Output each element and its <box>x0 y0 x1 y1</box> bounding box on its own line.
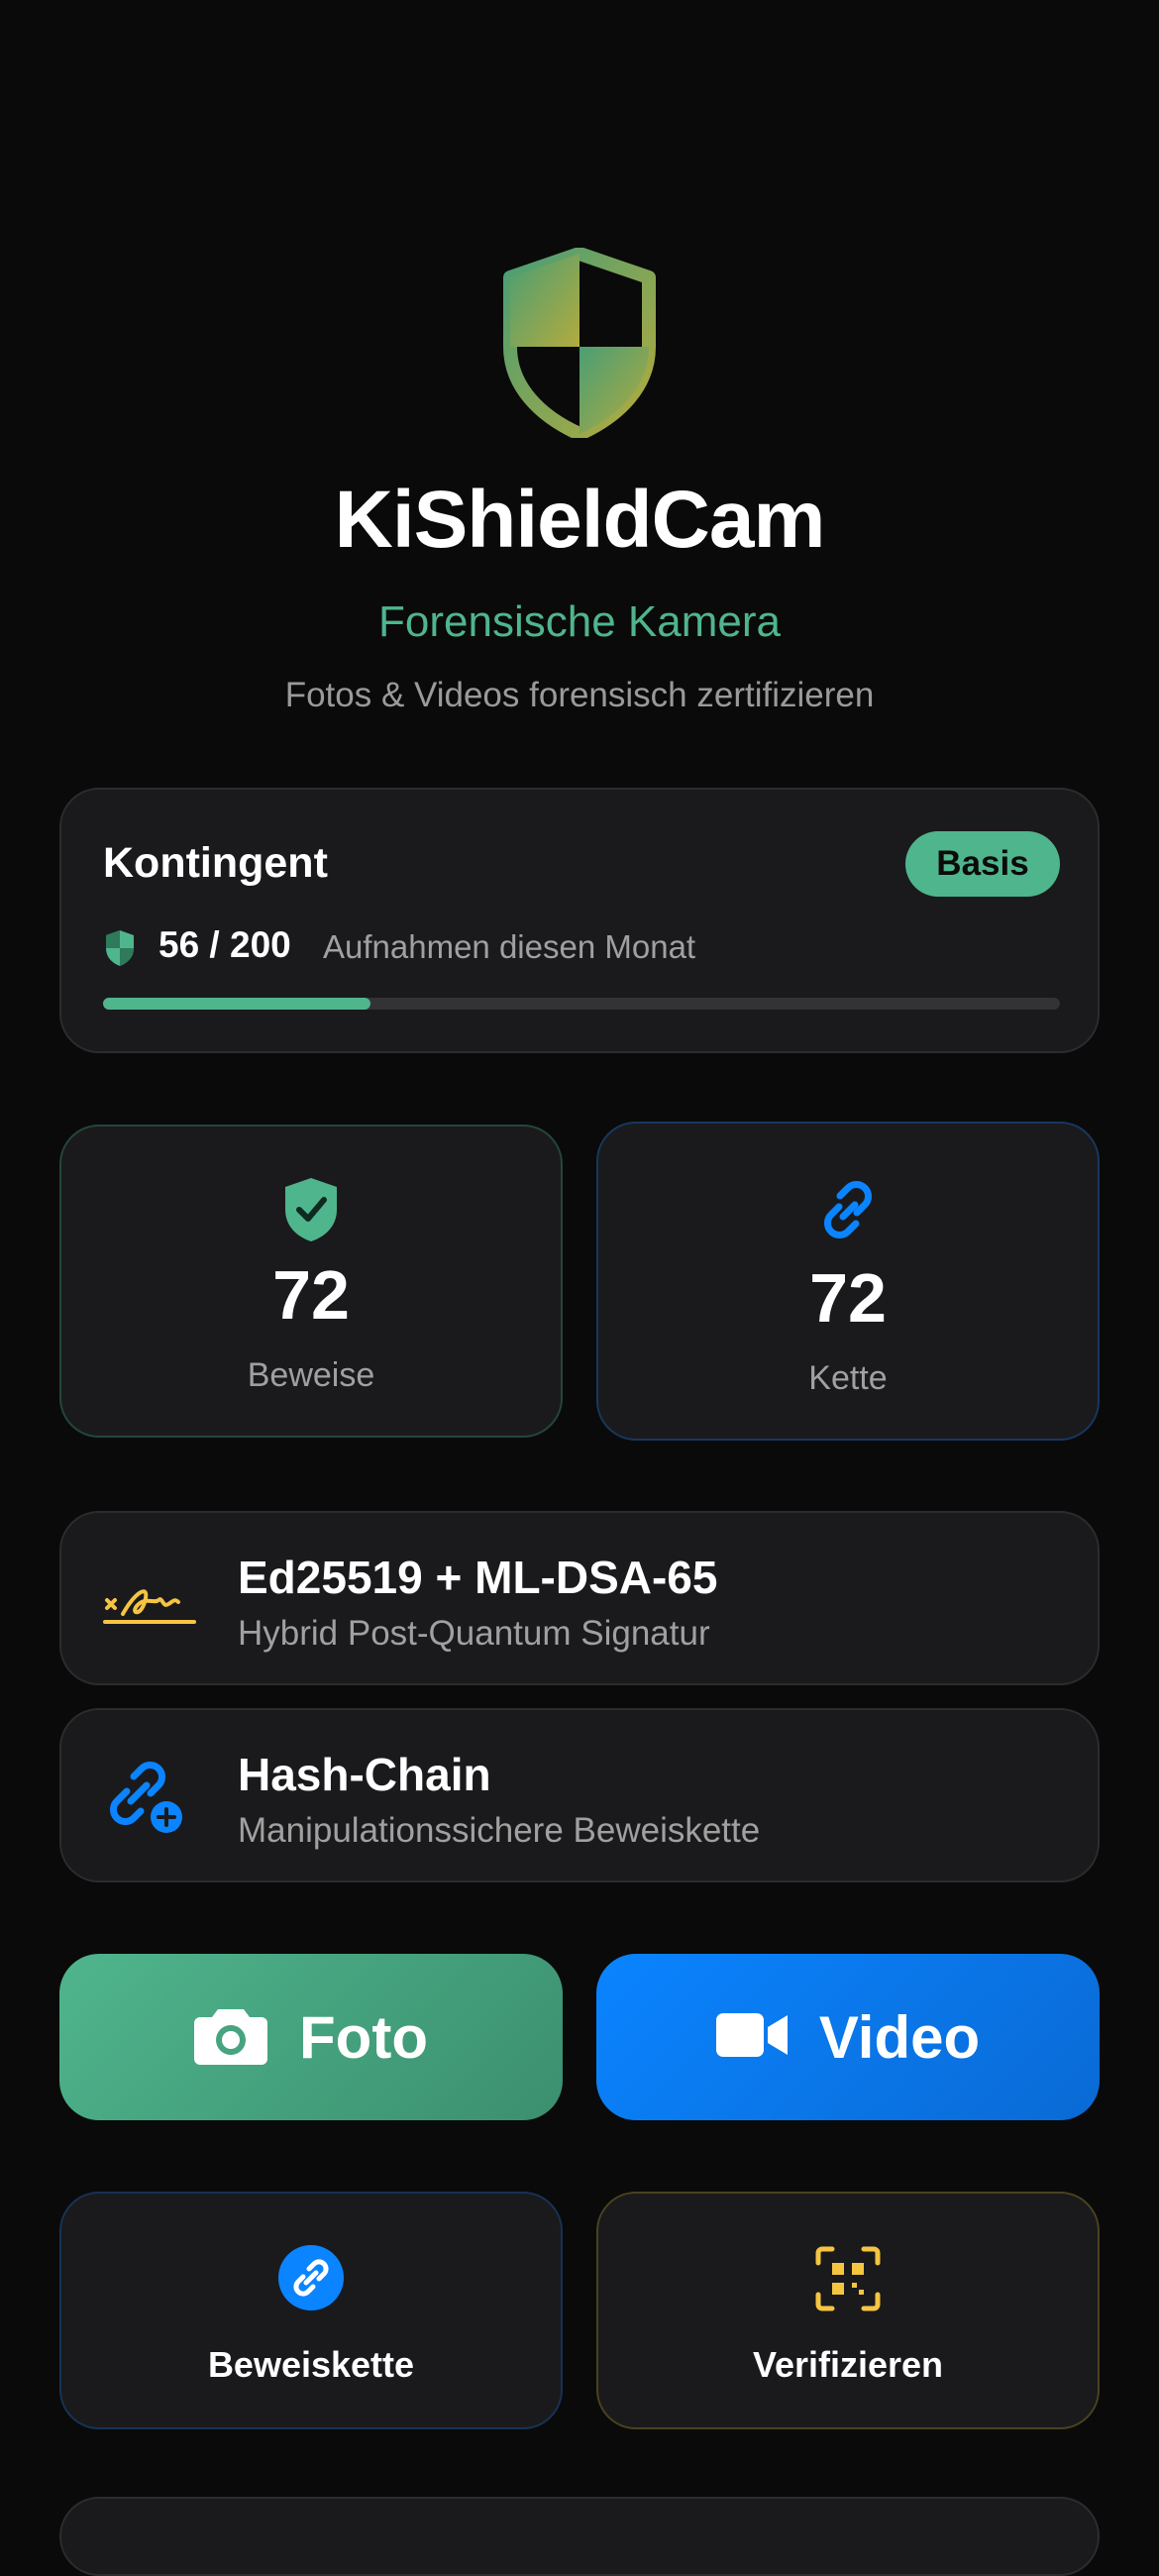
next-card-peek <box>59 2497 1100 2576</box>
video-button[interactable]: Video <box>596 1954 1100 2120</box>
plan-badge: Basis <box>905 831 1060 897</box>
video-camera-icon <box>715 2011 788 2064</box>
verify-button[interactable]: Verifizieren <box>596 2192 1100 2429</box>
signature-icon <box>101 1553 200 1648</box>
feature-subtitle: Hybrid Post-Quantum Signatur <box>238 1614 710 1653</box>
stat-label-evidence: Beweise <box>247 1356 375 1394</box>
stat-label-chain: Kette <box>808 1359 888 1397</box>
shield-check-icon <box>61 1176 561 1245</box>
app-tagline: Fotos & Videos forensisch zertifizieren <box>284 676 875 714</box>
stat-value-evidence: 72 <box>272 1256 350 1334</box>
camera-icon <box>194 2005 268 2070</box>
evidence-chain-label: Beweiskette <box>207 2344 415 2385</box>
photo-button-label: Foto <box>299 2003 428 2071</box>
quota-count: 56 / 200 <box>158 924 291 965</box>
quota-progress-fill <box>103 998 371 1010</box>
app-title: KiShieldCam <box>334 475 826 565</box>
feature-signature: Ed25519 + ML-DSA-65 Hybrid Post-Quantum … <box>59 1511 1100 1685</box>
quota-card: Kontingent Basis 56 / 200 Aufnahmen dies… <box>59 788 1100 1053</box>
quota-title: Kontingent <box>103 839 328 887</box>
qr-scan-icon <box>598 2245 1098 2316</box>
quota-label: Aufnahmen diesen Monat <box>323 928 696 965</box>
stat-card-chain[interactable]: 72 Kette <box>596 1122 1100 1441</box>
verify-label: Verifizieren <box>752 2344 944 2385</box>
stat-value-chain: 72 <box>809 1259 887 1337</box>
app-logo-shield-icon <box>500 247 659 441</box>
feature-title: Ed25519 + ML-DSA-65 <box>238 1552 718 1603</box>
chain-add-icon <box>101 1750 200 1845</box>
video-button-label: Video <box>818 2003 981 2071</box>
link-icon <box>598 1173 1098 1242</box>
link-circle-icon <box>61 2245 561 2316</box>
shield-icon <box>103 928 137 968</box>
feature-title: Hash-Chain <box>238 1749 491 1800</box>
feature-subtitle: Manipulationssichere Beweiskette <box>238 1811 761 1850</box>
photo-button[interactable]: Foto <box>59 1954 563 2120</box>
evidence-chain-button[interactable]: Beweiskette <box>59 2192 563 2429</box>
quota-progress-bar <box>103 998 1060 1010</box>
feature-hash-chain: Hash-Chain Manipulationssichere Beweiske… <box>59 1708 1100 1882</box>
app-subtitle: Forensische Kamera <box>378 597 781 646</box>
stat-card-evidence[interactable]: 72 Beweise <box>59 1125 563 1438</box>
